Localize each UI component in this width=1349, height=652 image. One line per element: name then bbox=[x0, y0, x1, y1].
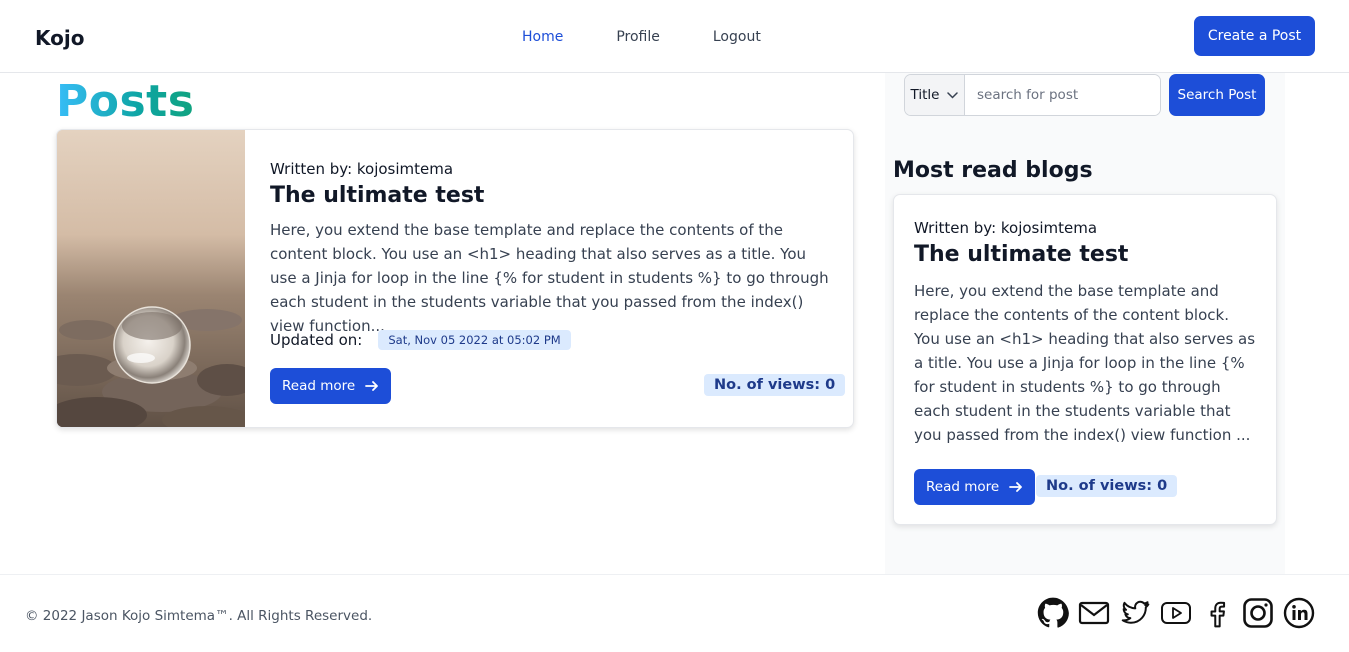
most-read-heading: Most read blogs bbox=[893, 158, 1093, 183]
chevron-down-icon bbox=[947, 91, 959, 99]
github-icon[interactable] bbox=[1037, 597, 1069, 629]
nav-link-logout[interactable]: Logout bbox=[713, 29, 761, 45]
arrow-right-icon bbox=[365, 379, 379, 393]
create-post-button[interactable]: Create a Post bbox=[1194, 16, 1315, 56]
instagram-icon[interactable] bbox=[1242, 597, 1274, 629]
post-excerpt: Here, you extend the base template and r… bbox=[270, 221, 829, 335]
search-select-value: Title bbox=[910, 87, 940, 103]
facebook-icon[interactable] bbox=[1201, 597, 1233, 629]
social-links bbox=[1037, 597, 1315, 629]
updated-label: Updated on: bbox=[270, 331, 363, 349]
most-read-views-badge: No. of views: 0 bbox=[1036, 475, 1178, 497]
most-read-card: Written by: kojosimtema The ultimate tes… bbox=[893, 194, 1277, 525]
mail-icon[interactable] bbox=[1078, 597, 1110, 629]
nav-links: Home Profile Logout bbox=[522, 29, 761, 45]
post-author: Written by: kojosimtema bbox=[270, 160, 454, 178]
twitter-icon[interactable] bbox=[1119, 597, 1151, 629]
views-badge: No. of views: 0 bbox=[704, 374, 846, 396]
most-read-card-body: Written by: kojosimtema The ultimate tes… bbox=[914, 219, 1259, 447]
post-thumbnail[interactable] bbox=[57, 130, 245, 427]
most-read-read-more-button[interactable]: Read more bbox=[914, 469, 1036, 505]
top-navbar: Kojo Home Profile Logout Create a Post bbox=[0, 0, 1349, 73]
read-more-button[interactable]: Read more bbox=[270, 368, 392, 404]
updated-date-badge: Sat, Nov 05 2022 at 05:02 PM bbox=[378, 330, 571, 350]
search-group: Title bbox=[904, 74, 1161, 116]
updated-row: Updated on: Sat, Nov 05 2022 at 05:02 PM bbox=[270, 330, 571, 350]
post-card: Written by: kojosimtema The ultimate tes… bbox=[56, 129, 854, 428]
copyright-text: © 2022 Jason Kojo Simtema™. All Rights R… bbox=[25, 608, 373, 624]
nav-link-profile[interactable]: Profile bbox=[616, 29, 660, 45]
nav-link-home[interactable]: Home bbox=[522, 29, 563, 45]
search-input[interactable] bbox=[965, 75, 1160, 115]
search-field-select[interactable]: Title bbox=[905, 75, 965, 115]
most-read-title[interactable]: The ultimate test bbox=[914, 242, 1259, 267]
post-body: Written by: kojosimtema The ultimate tes… bbox=[270, 160, 835, 338]
arrow-right-icon bbox=[1009, 480, 1023, 494]
post-title[interactable]: The ultimate test bbox=[270, 183, 835, 208]
read-more-label: Read more bbox=[926, 479, 1000, 495]
read-more-label: Read more bbox=[282, 378, 356, 394]
page-title: Posts bbox=[56, 76, 195, 127]
most-read-author: Written by: kojosimtema bbox=[914, 219, 1098, 237]
linkedin-icon[interactable] bbox=[1283, 597, 1315, 629]
search-post-button[interactable]: Search Post bbox=[1169, 74, 1265, 116]
youtube-icon[interactable] bbox=[1160, 597, 1192, 629]
most-read-excerpt: Here, you extend the base template and r… bbox=[914, 282, 1256, 444]
footer: © 2022 Jason Kojo Simtema™. All Rights R… bbox=[0, 574, 1349, 652]
brand-logo[interactable]: Kojo bbox=[35, 26, 84, 50]
